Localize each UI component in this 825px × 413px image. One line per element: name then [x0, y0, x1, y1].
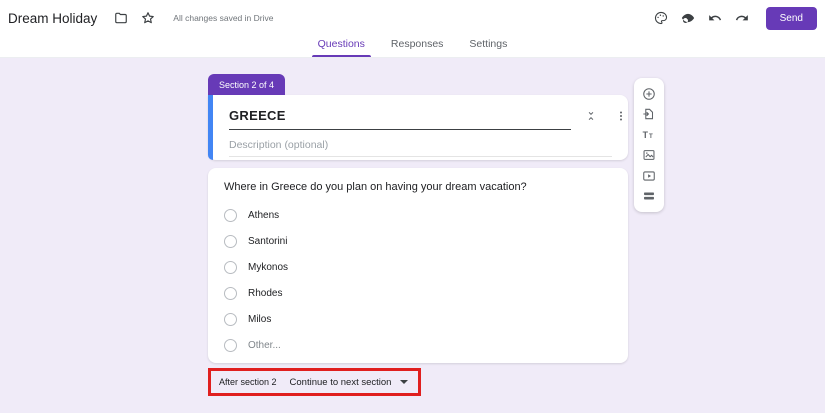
radio-icon: [224, 209, 237, 222]
svg-text:T: T: [643, 130, 649, 140]
folder-icon[interactable]: [113, 11, 128, 26]
floating-toolbar: T T: [634, 78, 664, 212]
option-row[interactable]: Mykonos: [224, 254, 612, 280]
after-section-highlight-box: After section 2 Continue to next section: [208, 368, 421, 396]
question-title[interactable]: Where in Greece do you plan on having yo…: [224, 181, 612, 193]
tab-questions[interactable]: Questions: [316, 36, 367, 57]
preview-eye-icon[interactable]: [681, 11, 696, 26]
section-title-row: GREECE: [229, 106, 612, 130]
option-label[interactable]: Milos: [248, 314, 271, 325]
option-row-other[interactable]: Other...: [224, 332, 612, 358]
kebab-menu-icon[interactable]: [615, 109, 627, 127]
section-header-icons: [585, 109, 627, 127]
section-badge: Section 2 of 4: [208, 74, 285, 95]
add-title-icon[interactable]: T T: [642, 127, 657, 142]
after-section-label: After section 2: [219, 377, 277, 387]
selected-card-stripe: [208, 95, 213, 160]
option-row[interactable]: Rhodes: [224, 280, 612, 306]
star-icon[interactable]: [140, 11, 155, 26]
options-list: Athens Santorini Mykonos Rhodes Milos: [224, 202, 612, 358]
tab-responses[interactable]: Responses: [389, 36, 446, 57]
dropdown-arrow-icon: [400, 380, 408, 384]
radio-icon: [224, 261, 237, 274]
option-row[interactable]: Milos: [224, 306, 612, 332]
radio-icon: [224, 235, 237, 248]
svg-text:T: T: [649, 133, 653, 140]
radio-icon: [224, 339, 237, 352]
option-row[interactable]: Athens: [224, 202, 612, 228]
top-bar: Dream Holiday All changes saved in Drive: [0, 0, 825, 36]
palette-icon[interactable]: [654, 11, 669, 26]
save-status[interactable]: All changes saved in Drive: [173, 13, 273, 23]
radio-icon: [224, 287, 237, 300]
import-questions-icon[interactable]: [642, 107, 657, 122]
option-label-other[interactable]: Other...: [248, 340, 281, 351]
section-description-input[interactable]: Description (optional): [229, 137, 612, 157]
option-label[interactable]: Mykonos: [248, 262, 288, 273]
after-section-dropdown[interactable]: Continue to next section: [290, 377, 410, 388]
option-label[interactable]: Athens: [248, 210, 279, 221]
add-question-icon[interactable]: [642, 86, 657, 101]
top-bar-left: Dream Holiday All changes saved in Drive: [8, 11, 273, 26]
option-label[interactable]: Rhodes: [248, 288, 282, 299]
form-canvas: Section 2 of 4 GREECE: [0, 58, 825, 413]
section-title-input[interactable]: GREECE: [229, 106, 571, 130]
option-row[interactable]: Santorini: [224, 228, 612, 254]
add-image-icon[interactable]: [642, 148, 657, 163]
radio-icon: [224, 313, 237, 326]
add-video-icon[interactable]: [642, 168, 657, 183]
after-section-value: Continue to next section: [290, 377, 392, 388]
top-bar-actions: Send: [648, 7, 819, 30]
undo-icon[interactable]: [708, 11, 723, 26]
form-title[interactable]: Dream Holiday: [8, 11, 97, 26]
question-card[interactable]: Where in Greece do you plan on having yo…: [208, 168, 628, 363]
tab-settings[interactable]: Settings: [467, 36, 509, 57]
redo-icon[interactable]: [735, 11, 750, 26]
tab-bar: Questions Responses Settings: [0, 36, 825, 58]
collapse-section-icon[interactable]: [585, 109, 597, 127]
add-section-icon[interactable]: [642, 189, 657, 204]
section-header-card[interactable]: GREECE Description (optional): [208, 95, 628, 160]
form-column: Section 2 of 4 GREECE: [208, 74, 628, 396]
option-label[interactable]: Santorini: [248, 236, 287, 247]
send-button[interactable]: Send: [766, 7, 817, 30]
